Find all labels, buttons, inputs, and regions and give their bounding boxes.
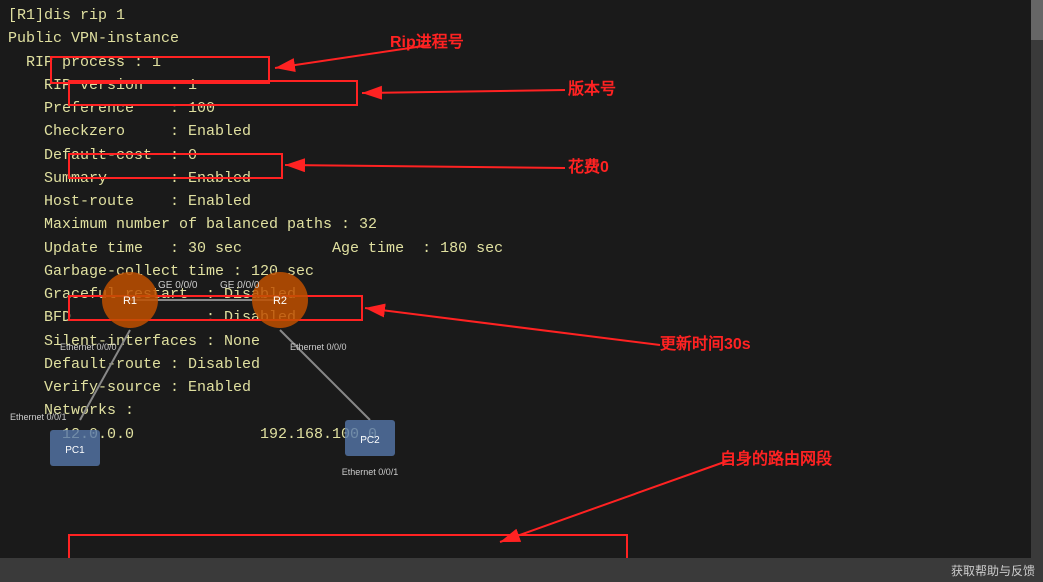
line-13: Graceful restart : Disabled bbox=[8, 283, 1035, 306]
annotation-rip-process: Rip进程号 bbox=[390, 28, 464, 52]
status-bar: 获取帮助与反馈 bbox=[0, 558, 1043, 582]
annotation-cost: 花费0 bbox=[568, 153, 609, 177]
annotation-update-time: 更新时间30s bbox=[660, 330, 751, 354]
line-19: 12.0.0.0 192.168.100.0 bbox=[8, 423, 1035, 446]
line-10: Maximum number of balanced paths : 32 bbox=[8, 213, 1035, 236]
line-18: Networks : bbox=[8, 399, 1035, 422]
line-4: RIP version : 1 bbox=[8, 74, 1035, 97]
line-16: Default-route : Disabled bbox=[8, 353, 1035, 376]
terminal-display: [R1]dis rip 1 Public VPN-instance RIP pr… bbox=[0, 0, 1043, 558]
line-14: BFD : Disabled bbox=[8, 306, 1035, 329]
annotation-version: 版本号 bbox=[568, 75, 616, 99]
line-12: Garbage-collect time : 120 sec bbox=[8, 260, 1035, 283]
line-17: Verify-source : Enabled bbox=[8, 376, 1035, 399]
line-8: Summary : Enabled bbox=[8, 167, 1035, 190]
line-11: Update time : 30 sec Age time : 180 sec bbox=[8, 237, 1035, 260]
line-5: Preference : 100 bbox=[8, 97, 1035, 120]
line-3: RIP process : 1 bbox=[8, 51, 1035, 74]
line-1: [R1]dis rip 1 bbox=[8, 4, 1035, 27]
line-9: Host-route : Enabled bbox=[8, 190, 1035, 213]
scrollbar-thumb[interactable] bbox=[1031, 0, 1043, 40]
annotation-networks: 自身的路由网段 bbox=[720, 445, 832, 469]
scrollbar[interactable] bbox=[1031, 0, 1043, 558]
line-2: Public VPN-instance bbox=[8, 27, 1035, 50]
status-text: 获取帮助与反馈 bbox=[951, 562, 1035, 579]
line-6: Checkzero : Enabled bbox=[8, 120, 1035, 143]
line-7: Default-cost : 0 bbox=[8, 144, 1035, 167]
line-15: Silent-interfaces : None bbox=[8, 330, 1035, 353]
